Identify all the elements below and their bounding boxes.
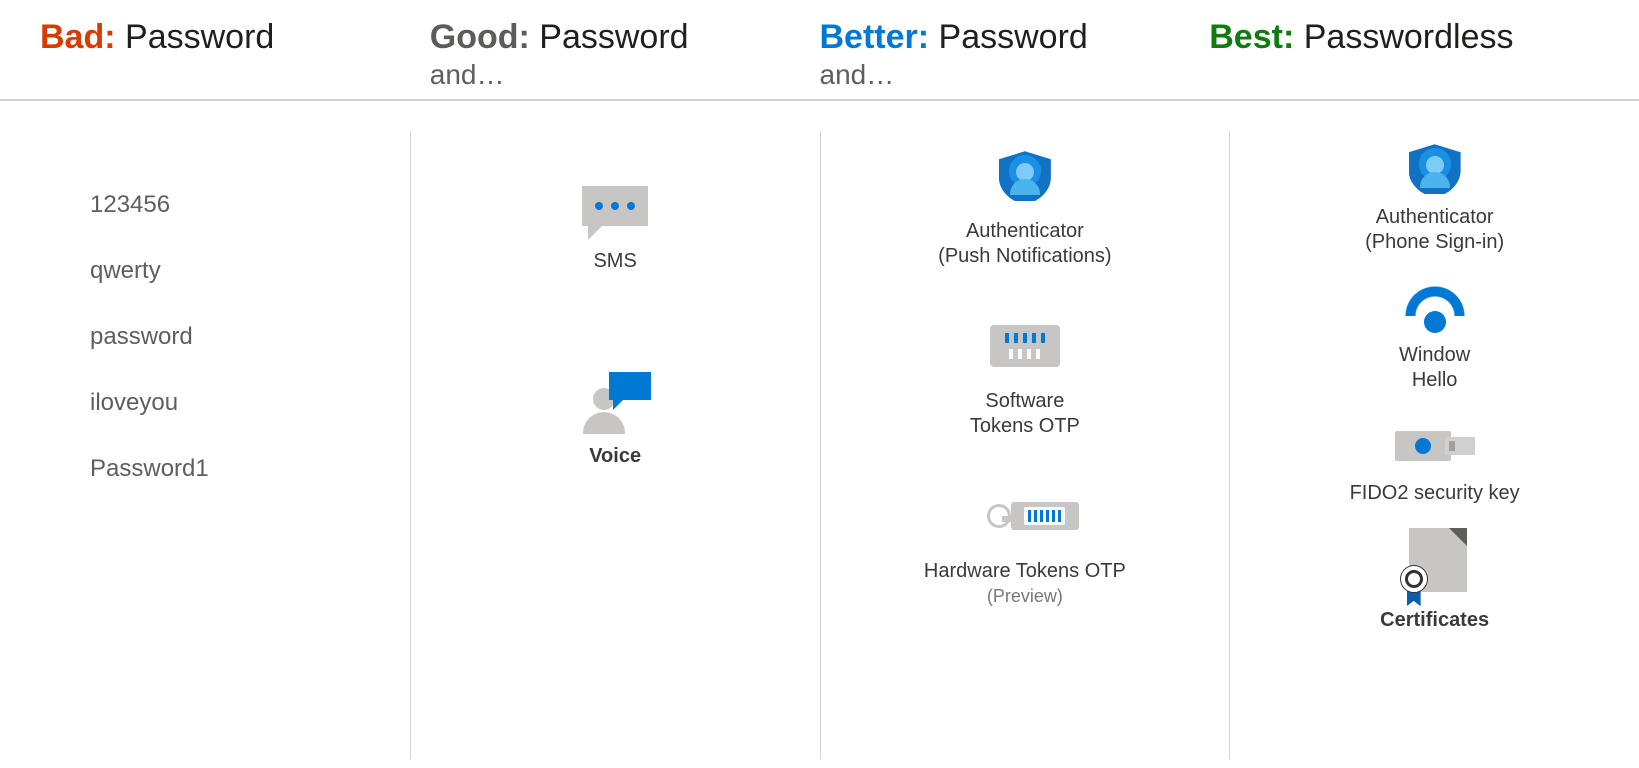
auth-strength-comparison: Bad: Password Good: Password and… Better… xyxy=(0,0,1639,768)
method-authenticator-signin-label: Authenticator (Phone Sign-in) xyxy=(1365,205,1504,255)
header-good-prefix: Good: xyxy=(430,18,530,56)
hardware-token-icon xyxy=(985,481,1065,551)
method-software-token-label: Software Tokens OTP xyxy=(970,389,1080,439)
voice-icon xyxy=(575,366,655,436)
header-better-prefix: Better: xyxy=(820,18,930,56)
header-bad-prefix: Bad: xyxy=(40,18,116,56)
windows-hello-icon xyxy=(1395,279,1475,335)
header-best-title: Passwordless xyxy=(1304,18,1514,56)
label-line: Software xyxy=(985,390,1064,412)
label-line: Certificates xyxy=(1380,609,1489,631)
method-fido2-key: FIDO2 security key xyxy=(1350,417,1520,506)
header-better-title: Password xyxy=(939,18,1088,56)
bad-password-example: 123456 xyxy=(90,191,170,219)
method-sms-label: SMS xyxy=(593,249,636,274)
method-voice: Voice xyxy=(575,366,655,469)
fido2-key-icon xyxy=(1395,417,1475,473)
bad-password-example: password xyxy=(90,323,193,351)
column-bad: 123456 qwerty password iloveyou Password… xyxy=(0,131,410,759)
method-certificates-label: Certificates xyxy=(1380,608,1489,633)
method-hardware-token-label: Hardware Tokens OTP (Preview) xyxy=(924,559,1126,609)
method-software-token: Software Tokens OTP xyxy=(970,311,1080,439)
method-authenticator-signin: Authenticator (Phone Sign-in) xyxy=(1365,141,1504,255)
label-line: (Phone Sign-in) xyxy=(1365,231,1504,253)
column-best: Authenticator (Phone Sign-in) Window Hel… xyxy=(1229,131,1639,759)
header-good-subtitle: and… xyxy=(430,59,820,91)
header-best: Best: Passwordless xyxy=(1209,18,1599,91)
method-certificates: Certificates xyxy=(1380,530,1489,633)
label-line: Authenticator xyxy=(1376,206,1494,228)
certificate-icon xyxy=(1395,530,1475,600)
method-voice-label: Voice xyxy=(589,444,641,469)
body-columns: 123456 qwerty password iloveyou Password… xyxy=(0,101,1639,759)
bad-password-example: qwerty xyxy=(90,257,161,285)
method-windows-hello-label: Window Hello xyxy=(1399,343,1470,393)
header-bad-title: Password xyxy=(125,18,274,56)
header-best-prefix: Best: xyxy=(1209,18,1294,56)
label-sub: (Preview) xyxy=(987,586,1063,606)
method-hardware-token: Hardware Tokens OTP (Preview) xyxy=(924,481,1126,609)
column-better: Authenticator (Push Notifications) Softw… xyxy=(820,131,1230,759)
label-line: (Push Notifications) xyxy=(938,245,1111,267)
authenticator-icon xyxy=(1395,141,1475,197)
header-good: Good: Password and… xyxy=(430,18,820,91)
bad-password-example: iloveyou xyxy=(90,389,178,417)
label-line: Tokens OTP xyxy=(970,415,1080,437)
sms-icon xyxy=(575,171,655,241)
method-sms: SMS xyxy=(575,171,655,274)
software-token-icon xyxy=(985,311,1065,381)
label-line: Window xyxy=(1399,344,1470,366)
method-windows-hello: Window Hello xyxy=(1395,279,1475,393)
authenticator-icon xyxy=(985,141,1065,211)
label-line: Hardware Tokens OTP xyxy=(924,560,1126,582)
header-good-title: Password xyxy=(539,18,688,56)
bad-password-example: Password1 xyxy=(90,455,209,483)
method-fido2-key-label: FIDO2 security key xyxy=(1350,481,1520,506)
header-better-subtitle: and… xyxy=(820,59,1210,91)
label-line: Hello xyxy=(1412,369,1458,391)
method-authenticator-push-label: Authenticator (Push Notifications) xyxy=(938,219,1111,269)
method-authenticator-push: Authenticator (Push Notifications) xyxy=(938,141,1111,269)
header-better: Better: Password and… xyxy=(820,18,1210,91)
label-line: FIDO2 security key xyxy=(1350,482,1520,504)
header-row: Bad: Password Good: Password and… Better… xyxy=(0,0,1639,101)
header-bad: Bad: Password xyxy=(40,18,430,91)
column-good: SMS Voice xyxy=(410,131,820,759)
label-line: Authenticator xyxy=(966,220,1084,242)
